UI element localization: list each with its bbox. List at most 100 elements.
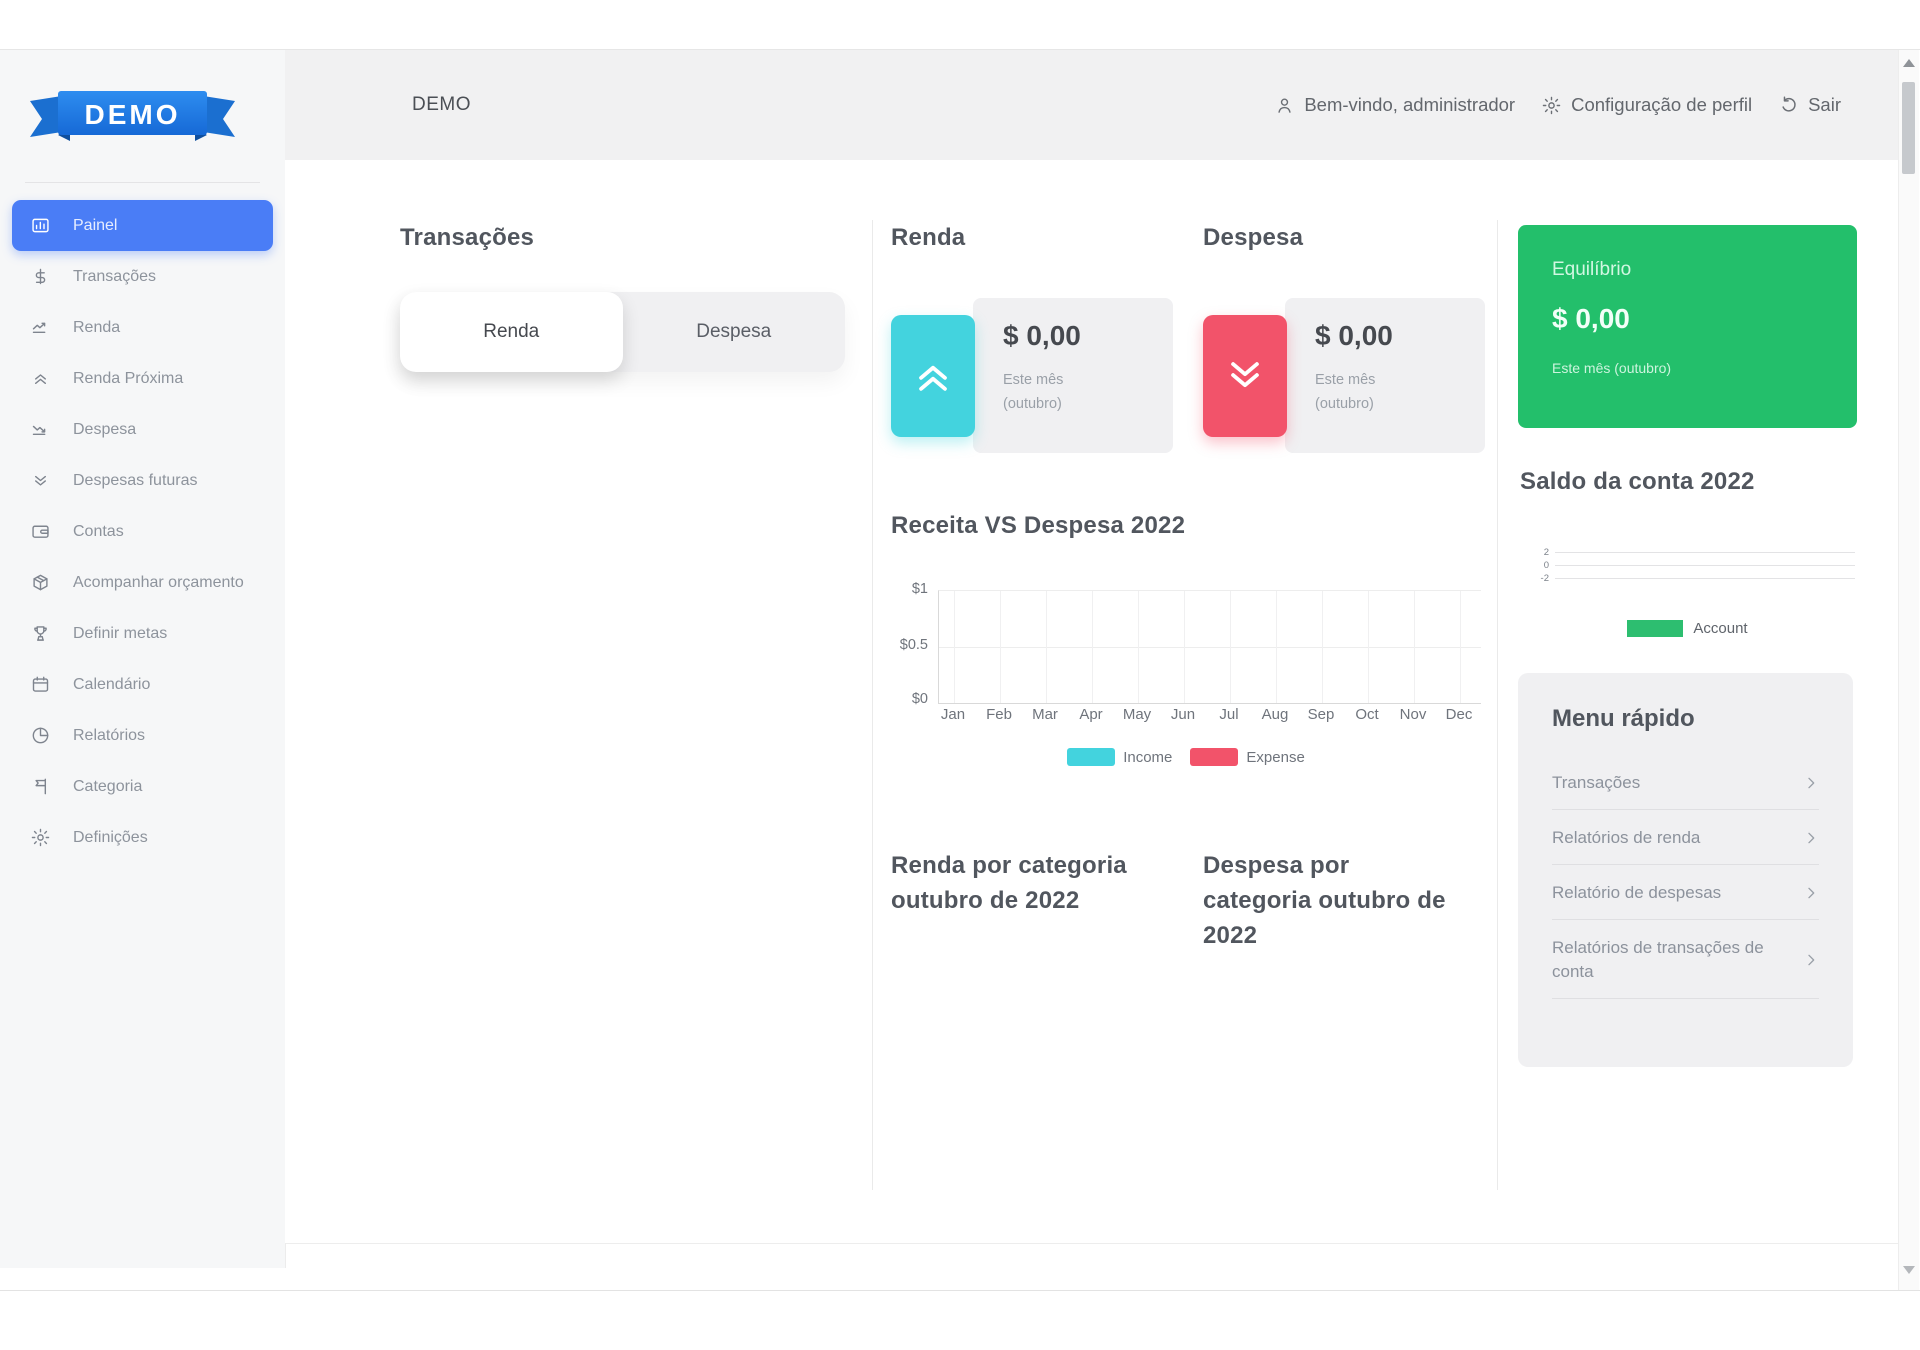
income-by-category-title: Renda por categoria outubro de 2022 <box>891 848 1191 918</box>
gridline <box>1460 591 1461 703</box>
y-tick: $0 <box>848 691 928 707</box>
profile-settings-button[interactable]: Configuração de perfil <box>1541 94 1752 116</box>
sidebar-item-contas[interactable]: Contas <box>12 506 273 557</box>
legend-entry-income: Income <box>1067 748 1172 766</box>
gear-icon <box>1541 95 1562 116</box>
money-icon <box>30 266 51 287</box>
x-tick-label: Nov <box>1400 706 1427 723</box>
gridline <box>1184 591 1185 703</box>
sidebar-item-label: Contas <box>73 523 124 541</box>
gridline <box>1555 552 1855 553</box>
gridline <box>1000 591 1001 703</box>
tab-renda[interactable]: Renda <box>400 292 623 372</box>
pie-chart-icon <box>30 725 51 746</box>
sidebar-item-label: Categoria <box>73 778 142 796</box>
page-title: DEMO <box>412 50 471 160</box>
income-amount: $ 0,00 <box>1003 320 1173 352</box>
account-legend: Account <box>1518 620 1857 637</box>
expense-by-category-title: Despesa por categoria outubro de 2022 <box>1203 848 1461 953</box>
scrollbar-thumb[interactable] <box>1902 82 1915 174</box>
sidebar-item-label: Renda Próxima <box>73 370 183 388</box>
logout-button[interactable]: Sair <box>1778 94 1841 116</box>
sidebar-item-categoria[interactable]: Categoria <box>12 761 273 812</box>
income-period: Este mês (outubro) <box>1003 368 1173 416</box>
logo-text: DEMO <box>85 99 181 130</box>
transactions-title: Transações <box>400 224 534 252</box>
income-title: Renda <box>891 224 965 252</box>
sidebar-item-definir-metas[interactable]: Definir metas <box>12 608 273 659</box>
gridline <box>1046 591 1047 703</box>
income-stat-panel: $ 0,00 Este mês (outubro) <box>973 298 1173 453</box>
quick-menu-item-label: Relatórios de transações de conta <box>1552 936 1803 984</box>
y-tick: $1 <box>848 581 928 597</box>
sidebar-item-relatorios[interactable]: Relatórios <box>12 710 273 761</box>
legend-swatch <box>1190 748 1238 766</box>
mini-y-tick: -2 <box>1531 572 1549 585</box>
content-footer-divider <box>285 1243 1898 1244</box>
sidebar: DEMO PainelTransações Renda Renda Próxima D… <box>0 50 286 1268</box>
welcome-user[interactable]: Bem-vindo, administrador <box>1274 94 1515 116</box>
balance-card: Equilíbrio $ 0,00 Este mês (outubro) <box>1518 225 1857 428</box>
gridline <box>954 591 955 703</box>
sidebar-item-renda[interactable]: Renda <box>12 302 273 353</box>
calendar-icon <box>30 674 51 695</box>
balance-title: Equilíbrio <box>1552 259 1857 281</box>
quick-menu-list: Transações Relatórios de renda Relatório d… <box>1552 755 1819 999</box>
gridline <box>939 647 1481 648</box>
legend-label: Expense <box>1246 749 1304 766</box>
sidebar-item-definicoes[interactable]: Definições <box>12 812 273 863</box>
sidebar-item-label: Definir metas <box>73 625 167 643</box>
chevrons-up-icon <box>911 354 955 398</box>
gear-icon <box>30 827 51 848</box>
sidebar-item-calendario[interactable]: Calendário <box>12 659 273 710</box>
welcome-label: Bem-vindo, administrador <box>1304 94 1515 116</box>
quick-menu-item-relatorios-de-transacoes-de-conta[interactable]: Relatórios de transações de conta <box>1552 920 1819 999</box>
expense-amount: $ 0,00 <box>1315 320 1485 352</box>
chevron-right-icon <box>1803 952 1819 968</box>
quick-menu-item-relatorios-de-renda[interactable]: Relatórios de renda <box>1552 810 1819 865</box>
trending-down-icon <box>30 419 51 440</box>
x-tick-label: Feb <box>986 706 1012 723</box>
quick-menu-card: Menu rápido TransaçõesRelatórios de rend… <box>1518 673 1853 1067</box>
sidebar-item-label: Acompanhar orçamento <box>73 574 244 592</box>
quick-menu-item-relatorio-de-despesas[interactable]: Relatório de despesas <box>1552 865 1819 920</box>
chevron-right-icon <box>1803 885 1819 901</box>
account-legend-label: Account <box>1693 620 1747 637</box>
x-tick-label: Jul <box>1219 706 1238 723</box>
quick-menu-item-transacoes[interactable]: Transações <box>1552 755 1819 810</box>
scrollbar-up-arrow[interactable] <box>1903 59 1915 67</box>
sidebar-item-despesa[interactable]: Despesa <box>12 404 273 455</box>
gridline <box>1368 591 1369 703</box>
sidebar-item-transacoes[interactable]: Transações <box>12 251 273 302</box>
person-icon <box>1274 95 1295 116</box>
chevrons-down-icon <box>30 470 51 491</box>
sidebar-item-label: Renda <box>73 319 120 337</box>
x-tick-label: Apr <box>1079 706 1102 723</box>
scrollbar-down-arrow[interactable] <box>1903 1266 1915 1274</box>
x-tick-label: Sep <box>1308 706 1335 723</box>
topbar-actions: Bem-vindo, administrador Configuração de… <box>1274 50 1841 160</box>
quick-menu-item-label: Relatórios de renda <box>1552 826 1803 850</box>
sidebar-item-renda-proxima[interactable]: Renda Próxima <box>12 353 273 404</box>
expense-stat-panel: $ 0,00 Este mês (outubro) <box>1285 298 1485 453</box>
income-tile <box>891 315 975 437</box>
chevron-right-icon <box>1803 775 1819 791</box>
quick-menu-item-label: Relatório de despesas <box>1552 881 1803 905</box>
sidebar-item-painel[interactable]: Painel <box>12 200 273 251</box>
gridline <box>1276 591 1277 703</box>
sidebar-item-despesas-futuras[interactable]: Despesas futuras <box>12 455 273 506</box>
scrollbar[interactable] <box>1898 50 1919 1290</box>
expense-period: Este mês (outubro) <box>1315 368 1485 416</box>
sidebar-item-label: Relatórios <box>73 727 145 745</box>
sidebar-item-acompanhar-orcamento[interactable]: Acompanhar orçamento <box>12 557 273 608</box>
package-icon <box>30 572 51 593</box>
mini-y-tick: 2 <box>1531 546 1549 559</box>
gridline <box>1555 565 1855 566</box>
x-tick-label: Oct <box>1355 706 1378 723</box>
sidebar-item-label: Despesas futuras <box>73 472 198 490</box>
x-tick-label: Mar <box>1032 706 1058 723</box>
tab-despesa[interactable]: Despesa <box>623 292 846 372</box>
expense-tile <box>1203 315 1287 437</box>
column-divider <box>1497 220 1498 1190</box>
mini-y-tick: 0 <box>1531 559 1549 572</box>
